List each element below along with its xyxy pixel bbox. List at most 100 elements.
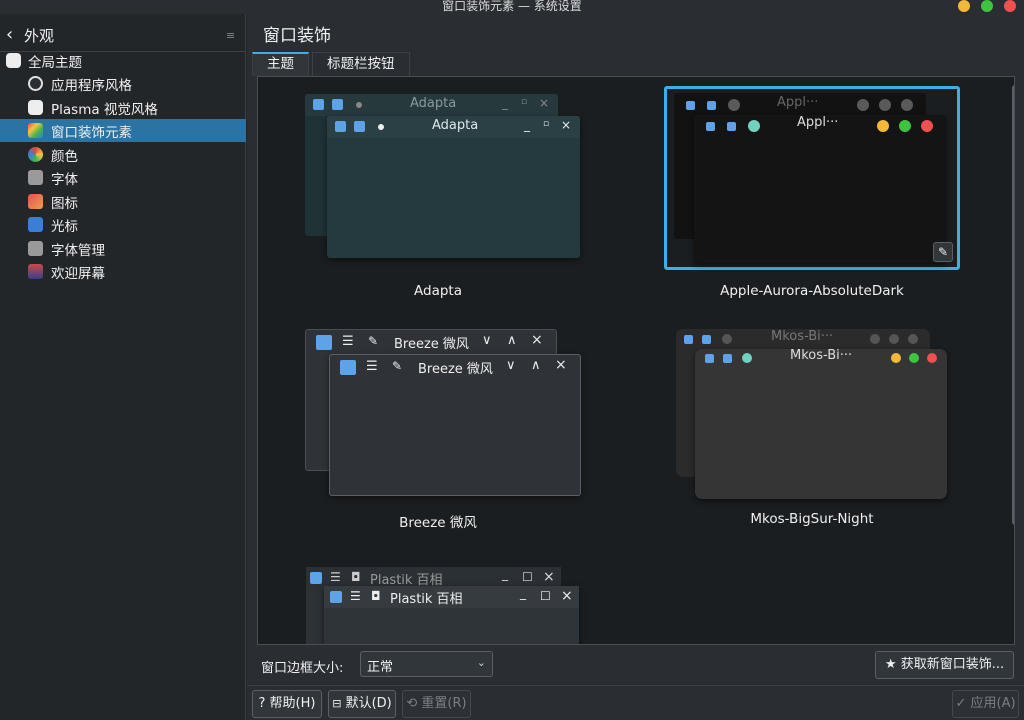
preview-title: Adapta [410,96,457,111]
minimize-glyph-icon: _ [524,118,530,132]
app-icon [727,122,736,131]
app-icon [335,121,346,132]
theme-card-breeze[interactable]: ☰ ✎ Breeze 微风 ∨ ∧ × ☰ ✎ Breeze 微风 ∨ ∧ × … [288,321,588,536]
border-size-select[interactable]: 正常 ⌄ [360,651,493,677]
sidebar-item-icons[interactable]: 图标 [0,190,246,213]
sidebar-item-fonts[interactable]: 字体 [0,166,246,189]
theme-card-plastik[interactable]: ☰ ◘ Plastik 百相 _ ☐ × ☰ ◘ Plastik 百相 _ ☐ … [288,557,588,644]
defaults-label: 默认(D) [345,696,392,711]
preview-title: Plastik 百相 [390,592,463,607]
dot-icon [879,99,891,111]
menu-glyph-icon: ☰ [350,589,361,603]
sidebar-item-app-style[interactable]: 应用程序风格 [0,72,246,95]
minimize-glyph-icon: _ [520,586,526,600]
window-title: 窗口装饰元素 — 系统设置 [442,0,582,13]
preview-window-front: Adapta _ ▫ × [327,116,580,258]
dot-icon [356,102,362,108]
splash-screen-icon [28,264,43,279]
preview-title: Breeze 微风 [418,362,493,377]
close-dot-icon [927,353,937,363]
close-glyph-icon: × [543,569,555,585]
menu-glyph-icon: ☰ [342,334,354,349]
reset-button[interactable]: ⟲ 重置(R) [402,690,471,718]
app-icon [313,99,324,110]
minimize-dot-icon [891,353,901,363]
theme-card-mkos-bigsur[interactable]: Mkos-Bi··· Mkos-Bi··· Mkos-BigSur-Night [662,321,962,536]
tab-titlebar-buttons[interactable]: 标题栏按钮 [312,52,410,76]
sidebar-item-label: Plasma 视觉风格 [51,102,158,118]
dot-icon [742,353,752,363]
sidebar-item-splash-screen[interactable]: 欢迎屏幕 [0,260,246,283]
sidebar-header: ‹ 外观 ≡ [0,22,246,48]
close-glyph-icon: × [561,588,573,604]
get-new-decorations-button[interactable]: ★ 获取新窗口装饰... [875,651,1014,679]
theme-card-adapta[interactable]: Adapta _ ▫ × Adapta _ ▫ × Adapta [288,85,588,300]
plasma-style-icon [28,100,43,115]
sidebar-item-label: 字体管理 [51,243,105,259]
preview-title: Appl··· [777,95,819,110]
app-icon [340,360,356,375]
app-icon [707,101,716,110]
theme-card-apple-aurora[interactable]: Appl··· Appl··· ✎ Apple-Aurora-AbsoluteD… [662,85,962,300]
help-button[interactable]: ? 帮助(H) [252,690,322,718]
undo-icon: ⟲ [406,696,418,711]
preview-window-front: Mkos-Bi··· [695,349,947,499]
close-glyph-icon: × [561,118,572,132]
sidebar-item-label: 应用程序风格 [51,78,132,94]
menu-glyph-icon: ☰ [366,359,378,374]
cursor-icon [28,217,43,232]
maximize-dot-icon [909,353,919,363]
app-icon [330,591,342,603]
sidebar-item-label: 字体 [51,172,78,188]
icons-icon [28,194,43,209]
theme-name: Mkos-BigSur-Night [750,511,874,527]
preview-window-front: ☰ ✎ Breeze 微风 ∨ ∧ × [329,354,581,496]
app-icon [723,354,732,363]
chevron-up-icon: ∧ [507,333,517,348]
defaults-button[interactable]: ⊟ 默认(D) [328,690,396,718]
sidebar-item-colors[interactable]: 颜色 [0,143,246,166]
sticky-glyph-icon: ◘ [371,589,381,603]
theme-name: Breeze 微风 [399,515,477,531]
dot-icon [908,334,918,344]
sidebar-item-plasma-style[interactable]: Plasma 视觉风格 [0,96,246,119]
app-icon [705,354,714,363]
chevron-down-icon: ⌄ [476,656,486,669]
tab-theme[interactable]: 主题 [252,52,309,76]
preview-title: Adapta [432,118,479,133]
fonts-icon [28,170,43,185]
sidebar-item-label: 欢迎屏幕 [51,266,105,282]
font-management-icon [28,241,43,256]
dot-icon [728,99,740,111]
sidebar-item-label: 全局主题 [28,55,82,71]
minimize-button[interactable] [958,0,970,12]
minimize-glyph-icon: _ [502,567,508,581]
preview-title: Mkos-Bi··· [790,349,853,363]
apply-button[interactable]: ✓ 应用(A) [952,690,1019,718]
dot-icon [870,334,880,344]
sidebar-item-cursor[interactable]: 光标 [0,213,246,236]
maximize-dot-icon [899,120,911,132]
back-arrow-icon[interactable]: ‹ [6,24,13,45]
theme-name: Adapta [414,283,462,299]
dot-icon [378,124,384,130]
sidebar-item-label: 光标 [51,219,78,235]
app-icon [332,99,343,110]
sidebar-item-font-management[interactable]: 字体管理 [0,237,246,260]
menu-handle-icon[interactable]: ≡ [226,29,235,42]
preview-title: Appl··· [797,115,839,130]
app-icon [684,335,693,344]
sidebar-item-global-theme[interactable]: 全局主题 [0,49,246,72]
reset-label: 重置(R) [421,696,467,711]
maximize-button[interactable] [981,0,993,12]
sidebar-title: 外观 [24,27,55,45]
sidebar-item-window-decorations[interactable]: 窗口装饰元素 [0,119,246,142]
scrollbar-thumb[interactable] [1012,85,1014,525]
dot-icon [901,99,913,111]
app-icon [316,335,332,350]
theme-name: Apple-Aurora-AbsoluteDark [720,283,904,299]
maximize-glyph-icon: ▫ [543,119,550,129]
close-button[interactable] [1004,0,1016,12]
edit-theme-icon[interactable]: ✎ [933,242,953,262]
main-content: 窗口装饰 主题 标题栏按钮 Adapta _ ▫ × Adapta _ ▫ × … [247,14,1024,720]
